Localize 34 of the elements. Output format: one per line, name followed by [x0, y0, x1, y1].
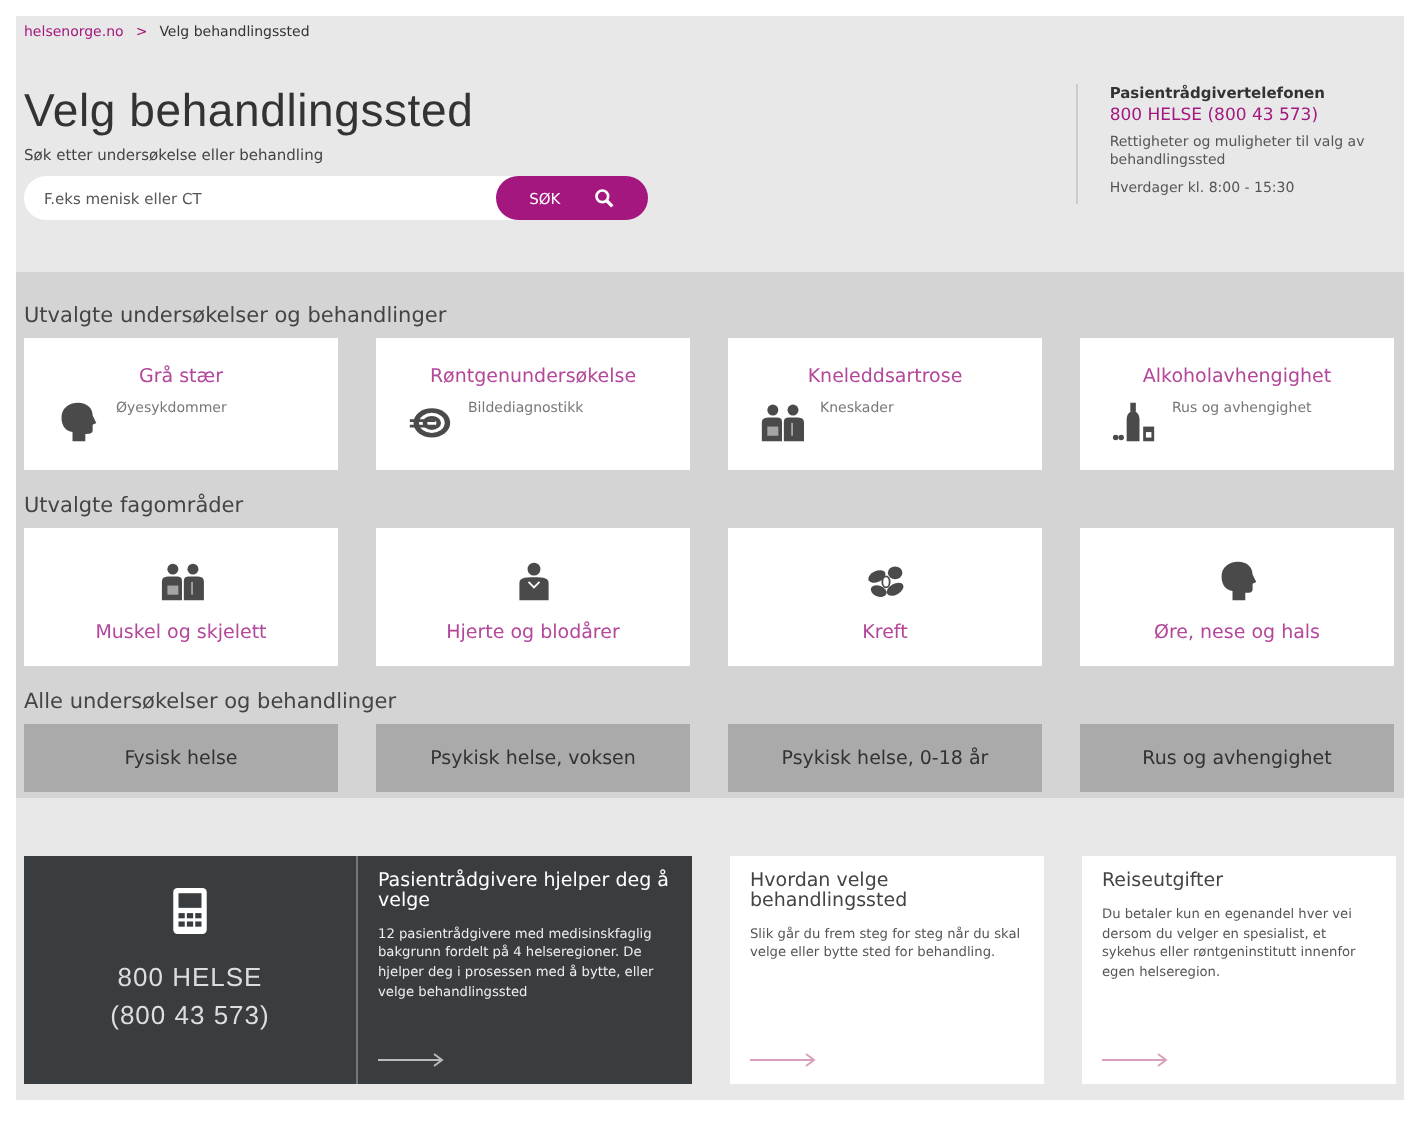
page-title: Velg behandlingssted: [24, 84, 476, 138]
section-heading: Utvalgte undersøkelser og behandlinger: [24, 304, 449, 328]
people-icon: [159, 560, 203, 602]
people-icon: [760, 400, 804, 444]
card-title: Muskel og skjelett: [95, 622, 267, 644]
card-title: Reiseutgifter: [1102, 872, 1226, 892]
card-title: Alkoholavhengighet: [1142, 366, 1332, 388]
bottles-icon: [1112, 400, 1156, 444]
head-icon: [56, 400, 100, 444]
category-button[interactable]: Psykisk helse, voksen: [376, 724, 690, 792]
area-card[interactable]: Kreft: [728, 528, 1042, 666]
card-title: Røntgenundersøkelse: [429, 366, 637, 388]
phone-number: (800 43 573): [110, 998, 270, 1034]
category-button[interactable]: Rus og avhengighet: [1080, 724, 1394, 792]
area-card[interactable]: Hjerte og blodårer: [376, 528, 690, 666]
category-button[interactable]: Psykisk helse, 0-18 år: [728, 724, 1042, 792]
card-title: Pasientrådgivere hjelper deg å velge: [378, 872, 671, 912]
phone-number: 800 HELSE: [117, 960, 263, 996]
card-title: Øre, nese og hals: [1153, 622, 1321, 644]
area-card[interactable]: Muskel og skjelett: [24, 528, 338, 666]
card-title: Grå stær: [138, 366, 224, 388]
card-title: Hjerte og blodårer: [446, 622, 620, 644]
card-title: Hvordan velge behandlingssted: [750, 872, 910, 912]
cells-icon: [863, 560, 907, 602]
section-heading: Alle undersøkelser og behandlinger: [24, 690, 399, 714]
section-heading: Utvalgte fagområder: [24, 494, 246, 518]
area-card[interactable]: Øre, nese og hals: [1080, 528, 1394, 666]
arrow-icon[interactable]: [378, 1052, 446, 1068]
card-title: Kneleddsartrose: [807, 366, 963, 388]
search-icon: [594, 188, 615, 208]
card-title: Kreft: [862, 622, 908, 644]
phone-icon: [172, 888, 208, 934]
phone-link[interactable]: 800 HELSE (800 43 573): [1109, 106, 1404, 126]
category-button[interactable]: Fysisk helse: [24, 724, 338, 792]
